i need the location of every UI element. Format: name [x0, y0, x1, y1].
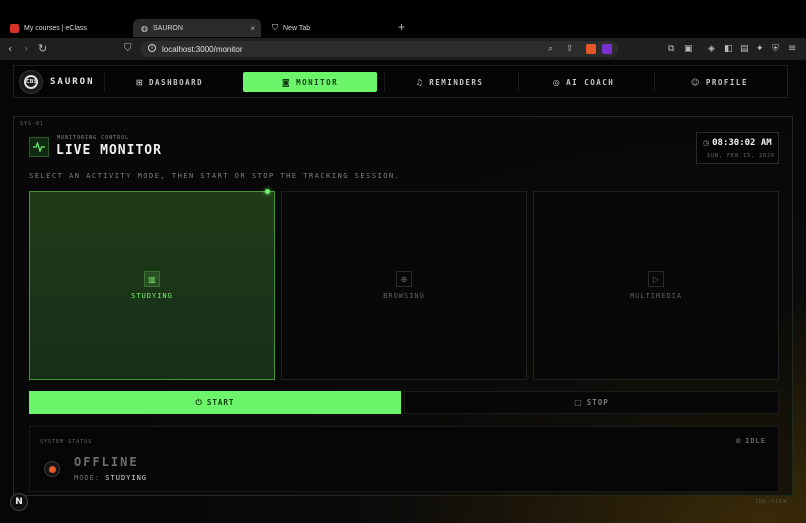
nav-label: REMINDERS — [429, 77, 484, 87]
nav-dashboard[interactable]: ⊞ DASHBOARD — [104, 72, 234, 92]
leo-ai-icon[interactable]: ✦ — [756, 42, 764, 56]
status-state: OFFLINE — [74, 455, 139, 469]
selected-indicator — [265, 189, 270, 194]
zoom-icon[interactable]: ⌕ — [548, 42, 553, 56]
stop-square-icon: □ — [574, 398, 583, 407]
eye-off-icon: ⊘ — [735, 437, 743, 445]
back-icon[interactable]: ‹ — [8, 42, 12, 56]
address-bar[interactable]: i localhost:3000/monitor ⌕ ⇪ — [140, 41, 618, 57]
power-icon: ⏻ — [195, 397, 203, 407]
menu-icon[interactable]: ≡ — [788, 42, 796, 56]
share-icon[interactable]: ⇪ — [566, 42, 574, 56]
nav-profile[interactable]: ☺ PROFILE — [654, 72, 784, 92]
globe-favicon-icon: ◍ — [141, 23, 148, 33]
logo-mark-icon: CBS — [24, 75, 38, 89]
mode-prefix: MODE: — [74, 474, 101, 482]
brand-name: SAURON — [50, 77, 95, 87]
status-heading: SYSTEM STATUS — [40, 439, 93, 445]
mode-label: MULTIMEDIA — [629, 292, 683, 300]
vpn-icon[interactable]: ◈ — [708, 42, 715, 56]
app-header: CBS SAURON ⊞ DASHBOARD ◙ MONITOR ♫ REMIN… — [13, 65, 788, 98]
brave-shields-icon[interactable] — [586, 44, 596, 54]
start-label: START — [206, 398, 235, 407]
shield-favicon-icon: ⛉ — [272, 23, 278, 32]
instructions-text: SELECT AN ACTIVITY MODE, THEN START OR S… — [29, 172, 401, 180]
tab-title: New Tab — [283, 24, 311, 32]
start-button[interactable]: ⏻ START — [29, 391, 401, 414]
sidebar-icon[interactable]: ◧ — [724, 42, 733, 56]
status-dot — [48, 465, 56, 473]
nextjs-dev-badge-icon[interactable]: N — [10, 493, 28, 511]
mode-card-studying[interactable]: ▥ STUDYING — [29, 189, 275, 380]
wallet-icon[interactable]: ▤ — [740, 42, 749, 56]
book-icon: ▥ — [144, 271, 160, 287]
camera-icon: ◙ — [281, 77, 292, 87]
globe-icon: ⊕ — [396, 271, 412, 287]
extensions-icon[interactable]: ⧉ — [668, 42, 674, 56]
clock-date: SUN, FEB 15, 2026 — [707, 153, 776, 159]
clock-time: ◷ 08:30:02 AM — [703, 138, 772, 148]
mode-value: STUDYING — [105, 474, 148, 482]
browser-tab-newtab[interactable]: ⛉ New Tab — [264, 19, 392, 37]
nav-ai-coach[interactable]: ◎ AI COACH — [518, 72, 648, 92]
status-mode: MODE: STUDYING — [74, 474, 147, 482]
status-indicator-icon — [44, 461, 60, 477]
nav-label: PROFILE — [705, 77, 748, 87]
panel-id: SYS-01 — [20, 121, 45, 127]
page-title: LIVE MONITOR — [56, 143, 162, 158]
close-tab-icon[interactable]: × — [250, 24, 255, 33]
mode-card-browsing[interactable]: ⊕ BROWSING — [281, 191, 527, 380]
tab-title: SAURON — [152, 24, 183, 32]
brave-rewards-icon[interactable] — [602, 44, 612, 54]
nav-label: DASHBOARD — [149, 77, 204, 87]
clock-icon: ◷ — [703, 139, 710, 147]
new-tab-button[interactable]: + — [398, 20, 405, 34]
screenshot-icon[interactable]: ▣ — [684, 42, 693, 56]
activity-pulse-icon — [29, 137, 49, 157]
monitor-panel: SYS-01 MONITORING CONTROL LIVE MONITOR ◷… — [13, 116, 793, 496]
brain-icon: ◎ — [552, 77, 562, 87]
app-root: CBS SAURON ⊞ DASHBOARD ◙ MONITOR ♫ REMIN… — [0, 60, 806, 523]
stop-label: STOP — [586, 398, 609, 407]
mode-label: BROWSING — [383, 292, 425, 300]
mode-card-multimedia[interactable]: ▷ MULTIMEDIA — [533, 191, 779, 380]
forward-icon[interactable]: › — [24, 42, 28, 56]
browser-tab-eclass[interactable]: My courses | eClass — [2, 19, 130, 37]
idle-indicator: ⊘ IDLE — [735, 437, 766, 445]
shield-icon[interactable]: ⛨ — [772, 42, 779, 56]
browser-toolbar: ‹ › ↻ ⛉ i localhost:3000/monitor ⌕ ⇪ ⧉ ▣… — [0, 38, 806, 60]
clock-time-text: 08:30:02 AM — [712, 138, 772, 148]
nav-monitor[interactable]: ◙ MONITOR — [243, 72, 377, 92]
user-icon: ☺ — [691, 77, 701, 87]
clock-widget: ◷ 08:30:02 AM SUN, FEB 15, 2026 — [696, 132, 779, 164]
idle-label: IDLE — [745, 437, 766, 445]
tab-title: My courses | eClass — [24, 24, 87, 32]
footer-tag: TRK-VIEW — [755, 499, 788, 505]
browser-tab-sauron[interactable]: ◍ SAURON × — [133, 19, 261, 37]
panel-eyebrow: MONITORING CONTROL — [57, 135, 130, 141]
grid-icon: ⊞ — [135, 77, 145, 87]
bookmark-icon[interactable]: ⛉ — [124, 42, 132, 56]
play-icon: ▷ — [648, 271, 664, 287]
nav-reminders[interactable]: ♫ REMINDERS — [384, 72, 514, 92]
bell-icon: ♫ — [415, 77, 425, 87]
site-info-icon[interactable]: i — [148, 44, 156, 52]
system-status-box: SYSTEM STATUS ⊘ IDLE OFFLINE MODE: STUDY… — [29, 426, 779, 492]
mode-label: STUDYING — [131, 292, 173, 300]
reload-icon[interactable]: ↻ — [38, 42, 47, 56]
browser-tab-bar: My courses | eClass ◍ SAURON × ⛉ New Tab… — [0, 0, 806, 38]
eclass-favicon-icon — [10, 23, 19, 33]
nav-label: MONITOR — [296, 77, 339, 87]
nav-label: AI COACH — [566, 77, 615, 87]
stop-button[interactable]: □ STOP — [404, 391, 779, 414]
logo[interactable]: CBS — [19, 70, 43, 94]
url-text: localhost:3000/monitor — [162, 44, 243, 54]
